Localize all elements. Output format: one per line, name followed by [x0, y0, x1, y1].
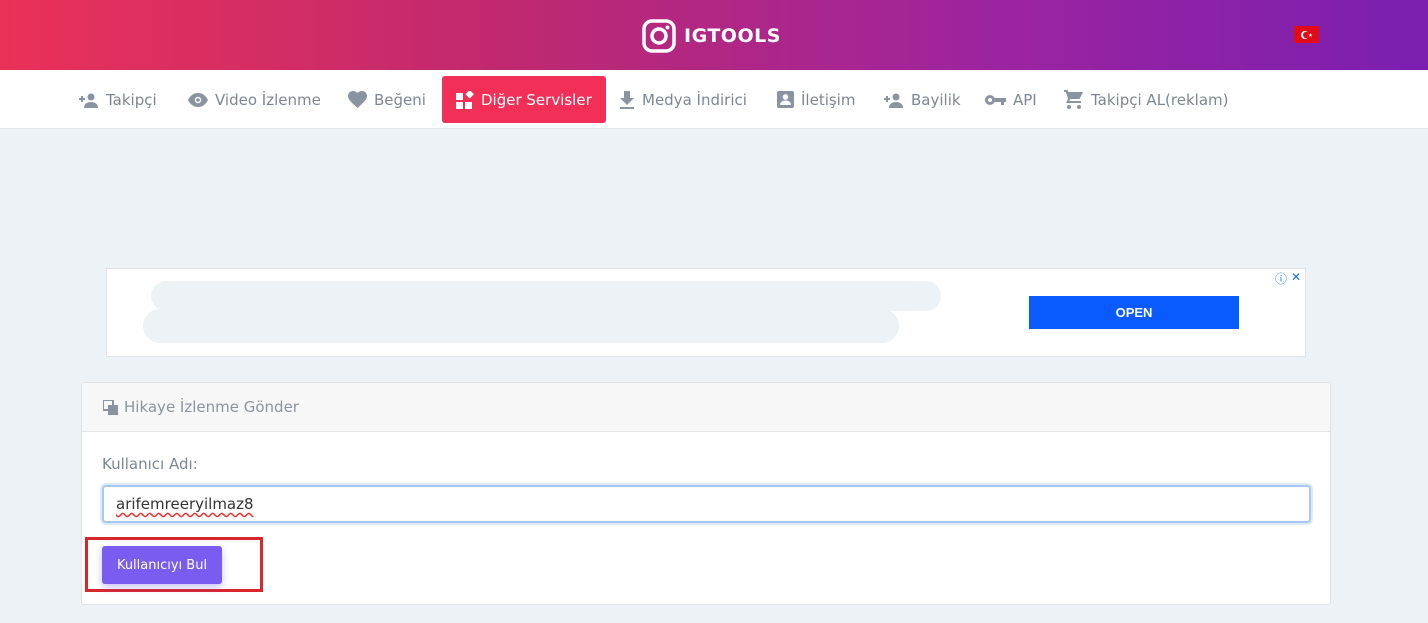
- info-icon[interactable]: ⓘ: [1275, 270, 1287, 287]
- username-value: arifemreeryilmaz8: [116, 495, 254, 513]
- download-icon: [620, 90, 634, 109]
- story-view-card: Hikaye İzlenme Gönder Kullanıcı Adı: ari…: [81, 382, 1331, 605]
- ad-controls: ⓘ ✕: [1275, 270, 1301, 287]
- nav-label: Beğeni: [374, 90, 426, 109]
- card-header: Hikaye İzlenme Gönder: [82, 383, 1330, 432]
- logo-text: IGTOOLS: [684, 25, 781, 47]
- nav-label: Medya İndirici: [642, 90, 747, 109]
- ad-blurred-text: [143, 309, 899, 343]
- nav-item-bayilik[interactable]: Bayilik: [884, 76, 961, 123]
- nav-label: Takipçi AL(reklam): [1091, 90, 1229, 109]
- key-icon: [985, 94, 1006, 105]
- nav-item-takipci[interactable]: Takipçi: [79, 76, 157, 123]
- person-add-icon: [79, 93, 98, 108]
- nav-item-api[interactable]: API: [985, 76, 1037, 123]
- username-label: Kullanıcı Adı:: [102, 455, 198, 473]
- ad-open-button[interactable]: OPEN: [1029, 296, 1239, 329]
- nav-label: Video İzlenme: [215, 90, 321, 109]
- nav-item-begeni[interactable]: Beğeni: [348, 76, 426, 123]
- find-user-button[interactable]: Kullanıcıyı Bul: [102, 546, 222, 584]
- cart-icon: [1064, 90, 1083, 109]
- nav-item-medya-indirici[interactable]: Medya İndirici: [619, 76, 747, 123]
- nav-item-diger-servisler[interactable]: Diğer Servisler: [442, 76, 606, 123]
- instagram-icon: [642, 19, 676, 53]
- top-header: IGTOOLS: [0, 0, 1428, 70]
- site-logo[interactable]: IGTOOLS: [642, 19, 781, 53]
- main-nav: Takipçi Video İzlenme Beğeni Diğer Servi…: [0, 70, 1428, 129]
- username-input[interactable]: arifemreeryilmaz8: [102, 485, 1311, 523]
- crescent-star-icon: [1300, 30, 1312, 39]
- close-icon[interactable]: ✕: [1291, 270, 1301, 287]
- card-title: Hikaye İzlenme Gönder: [124, 398, 299, 416]
- stack-icon: [103, 399, 118, 415]
- eye-icon: [188, 92, 208, 107]
- ad-blurred-text: [151, 281, 941, 311]
- nav-item-video-izlenme[interactable]: Video İzlenme: [188, 76, 321, 123]
- nav-label: API: [1013, 90, 1037, 109]
- nav-label: İletişim: [801, 90, 856, 109]
- nav-item-takipci-al[interactable]: Takipçi AL(reklam): [1064, 76, 1228, 123]
- nav-label: Diğer Servisler: [481, 90, 592, 109]
- nav-label: Bayilik: [911, 90, 961, 109]
- nav-label: Takipçi: [106, 90, 157, 109]
- contact-icon: [777, 91, 794, 108]
- turkey-flag-icon[interactable]: [1294, 26, 1319, 43]
- nav-item-iletisim[interactable]: İletişim: [777, 76, 855, 123]
- widgets-icon: [456, 90, 474, 109]
- ad-banner[interactable]: OPEN ⓘ ✕: [106, 268, 1306, 357]
- heart-icon: [348, 91, 367, 108]
- person-add-icon: [884, 93, 903, 108]
